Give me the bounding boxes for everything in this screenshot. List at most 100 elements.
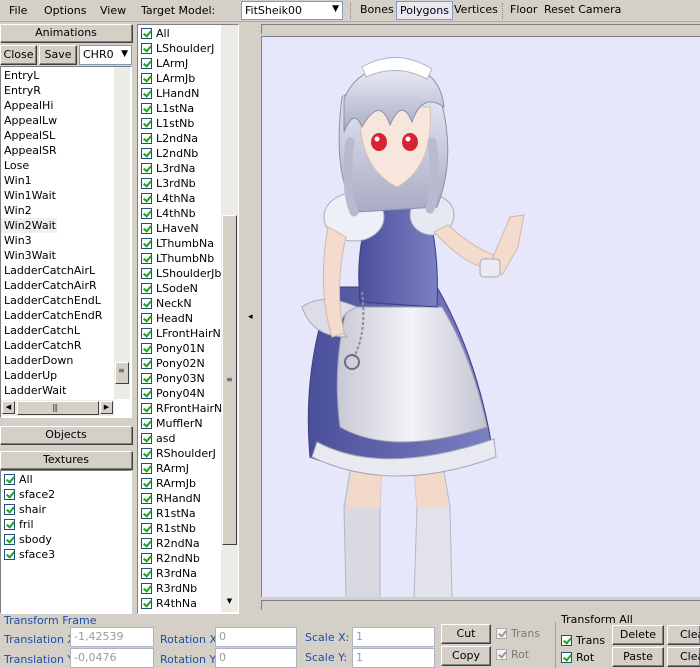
texture-item[interactable]: sface2 xyxy=(1,487,131,502)
checkbox-icon[interactable] xyxy=(4,519,15,530)
checkbox-icon[interactable] xyxy=(4,489,15,500)
checkbox-icon[interactable] xyxy=(141,583,152,594)
animation-list-hscroll[interactable]: ◀ ||| ▶ xyxy=(1,400,114,416)
checkbox-icon[interactable] xyxy=(141,148,152,159)
menu-file[interactable]: File xyxy=(9,4,27,17)
checkbox-icon[interactable] xyxy=(141,358,152,369)
translation-y-field[interactable]: -0,0476 xyxy=(70,648,154,668)
polygons-toggle[interactable]: Polygons xyxy=(396,1,453,20)
target-model-select[interactable]: FitSheik00 ▼ xyxy=(241,1,343,20)
rotation-y-field[interactable]: 0 xyxy=(215,648,297,668)
checkbox-icon[interactable] xyxy=(141,433,152,444)
checkbox-icon[interactable] xyxy=(141,343,152,354)
splitter[interactable]: ◂ xyxy=(245,22,258,614)
checkbox-icon[interactable] xyxy=(141,208,152,219)
texture-item[interactable]: sbody xyxy=(1,532,131,547)
animation-item[interactable]: Lose xyxy=(1,158,131,173)
animation-item[interactable]: LadderWait xyxy=(1,383,131,398)
checkbox-icon[interactable] xyxy=(4,474,15,485)
translation-x-field[interactable]: -1,42539 xyxy=(70,627,154,647)
checkbox-icon[interactable] xyxy=(4,549,15,560)
frame-rot-checkbox[interactable]: Rot xyxy=(493,647,529,662)
checkbox-icon[interactable] xyxy=(141,523,152,534)
animation-item[interactable]: AppealLw xyxy=(1,113,131,128)
checkbox-icon[interactable] xyxy=(141,373,152,384)
scroll-thumb[interactable]: ≡ xyxy=(115,362,129,384)
checkbox-icon[interactable] xyxy=(141,493,152,504)
animation-item[interactable]: LadderDown xyxy=(1,353,131,368)
checkbox-icon[interactable] xyxy=(141,553,152,564)
reset-camera-button[interactable]: Reset Camera xyxy=(541,1,624,20)
menu-options[interactable]: Options xyxy=(44,4,86,17)
animation-item[interactable]: AppealSL xyxy=(1,128,131,143)
checkbox-icon[interactable] xyxy=(141,313,152,324)
clear-all-button[interactable]: Clea xyxy=(667,647,700,667)
texture-list[interactable]: All sface2 shair fril sbody sface3 xyxy=(0,470,132,614)
checkbox-icon[interactable] xyxy=(141,103,152,114)
animation-item[interactable]: Win1 xyxy=(1,173,131,188)
bones-toggle[interactable]: Bones xyxy=(357,1,397,20)
checkbox-icon[interactable] xyxy=(141,178,152,189)
textures-header[interactable]: Textures xyxy=(0,451,132,469)
checkbox-icon[interactable] xyxy=(141,478,152,489)
checkbox-icon[interactable] xyxy=(4,504,15,515)
checkbox-icon[interactable] xyxy=(141,118,152,129)
checkbox-icon[interactable] xyxy=(141,508,152,519)
scroll-down-icon[interactable]: ▼ xyxy=(223,596,236,609)
objects-header[interactable]: Objects xyxy=(0,426,132,444)
scale-x-field[interactable]: 1 xyxy=(352,627,435,647)
paste-button[interactable]: Paste xyxy=(612,647,664,667)
menu-view[interactable]: View xyxy=(100,4,126,17)
checkbox-icon[interactable] xyxy=(141,328,152,339)
animation-item[interactable]: Win2 xyxy=(1,203,131,218)
animation-item[interactable]: LadderCatchL xyxy=(1,323,131,338)
texture-item[interactable]: All xyxy=(1,472,131,487)
all-trans-checkbox[interactable]: Trans xyxy=(558,633,605,648)
3d-viewport[interactable] xyxy=(261,36,700,597)
close-button[interactable]: Close xyxy=(0,45,37,65)
checkbox-icon[interactable] xyxy=(141,238,152,249)
checkbox-icon[interactable] xyxy=(141,388,152,399)
checkbox-icon[interactable] xyxy=(141,253,152,264)
animation-item[interactable]: Win3 xyxy=(1,233,131,248)
scroll-left-icon[interactable]: ◀ xyxy=(2,401,15,414)
clear-button[interactable]: Clea xyxy=(667,625,700,645)
checkbox-icon[interactable] xyxy=(141,418,152,429)
animation-item[interactable]: LadderCatchEndR xyxy=(1,308,131,323)
checkbox-icon[interactable] xyxy=(141,133,152,144)
animation-item[interactable]: AppealHi xyxy=(1,98,131,113)
checkbox-icon[interactable] xyxy=(4,534,15,545)
animation-item[interactable]: AppealSR xyxy=(1,143,131,158)
checkbox-icon[interactable] xyxy=(141,163,152,174)
checkbox-icon[interactable] xyxy=(141,598,152,609)
animation-item[interactable]: LadderCatchAirL xyxy=(1,263,131,278)
delete-button[interactable]: Delete xyxy=(612,625,664,645)
scale-y-field[interactable]: 1 xyxy=(352,648,435,668)
copy-button[interactable]: Copy xyxy=(441,646,491,666)
checkbox-icon[interactable] xyxy=(141,73,152,84)
rotation-x-field[interactable]: 0 xyxy=(215,627,297,647)
animation-list-vscroll[interactable]: ≡ xyxy=(114,67,130,399)
checkbox-icon[interactable] xyxy=(141,223,152,234)
checkbox-icon[interactable] xyxy=(141,193,152,204)
checkbox-icon[interactable] xyxy=(141,88,152,99)
checkbox-icon[interactable] xyxy=(141,463,152,474)
animation-item[interactable]: LadderCatchAirR xyxy=(1,278,131,293)
vertices-toggle[interactable]: Vertices xyxy=(451,1,501,20)
bone-list-vscroll[interactable]: ≡ ▼ xyxy=(221,25,238,612)
animation-list[interactable]: EntryL EntryR AppealHi AppealLw AppealSL Appe… xyxy=(0,66,132,418)
animation-item[interactable]: LadderCatchEndL xyxy=(1,293,131,308)
checkbox-icon[interactable] xyxy=(141,283,152,294)
scroll-right-icon[interactable]: ▶ xyxy=(100,401,113,414)
checkbox-icon[interactable] xyxy=(141,568,152,579)
animation-item[interactable]: Win1Wait xyxy=(1,188,131,203)
floor-toggle[interactable]: Floor xyxy=(507,1,540,20)
save-button[interactable]: Save xyxy=(39,45,77,65)
texture-item[interactable]: shair xyxy=(1,502,131,517)
animation-item[interactable]: EntryR xyxy=(1,83,131,98)
animation-item[interactable]: LadderCatchR xyxy=(1,338,131,353)
scroll-thumb[interactable]: ≡ xyxy=(222,215,237,545)
checkbox-icon[interactable] xyxy=(141,448,152,459)
cut-button[interactable]: Cut xyxy=(441,624,491,644)
checkbox-icon[interactable] xyxy=(141,403,152,414)
